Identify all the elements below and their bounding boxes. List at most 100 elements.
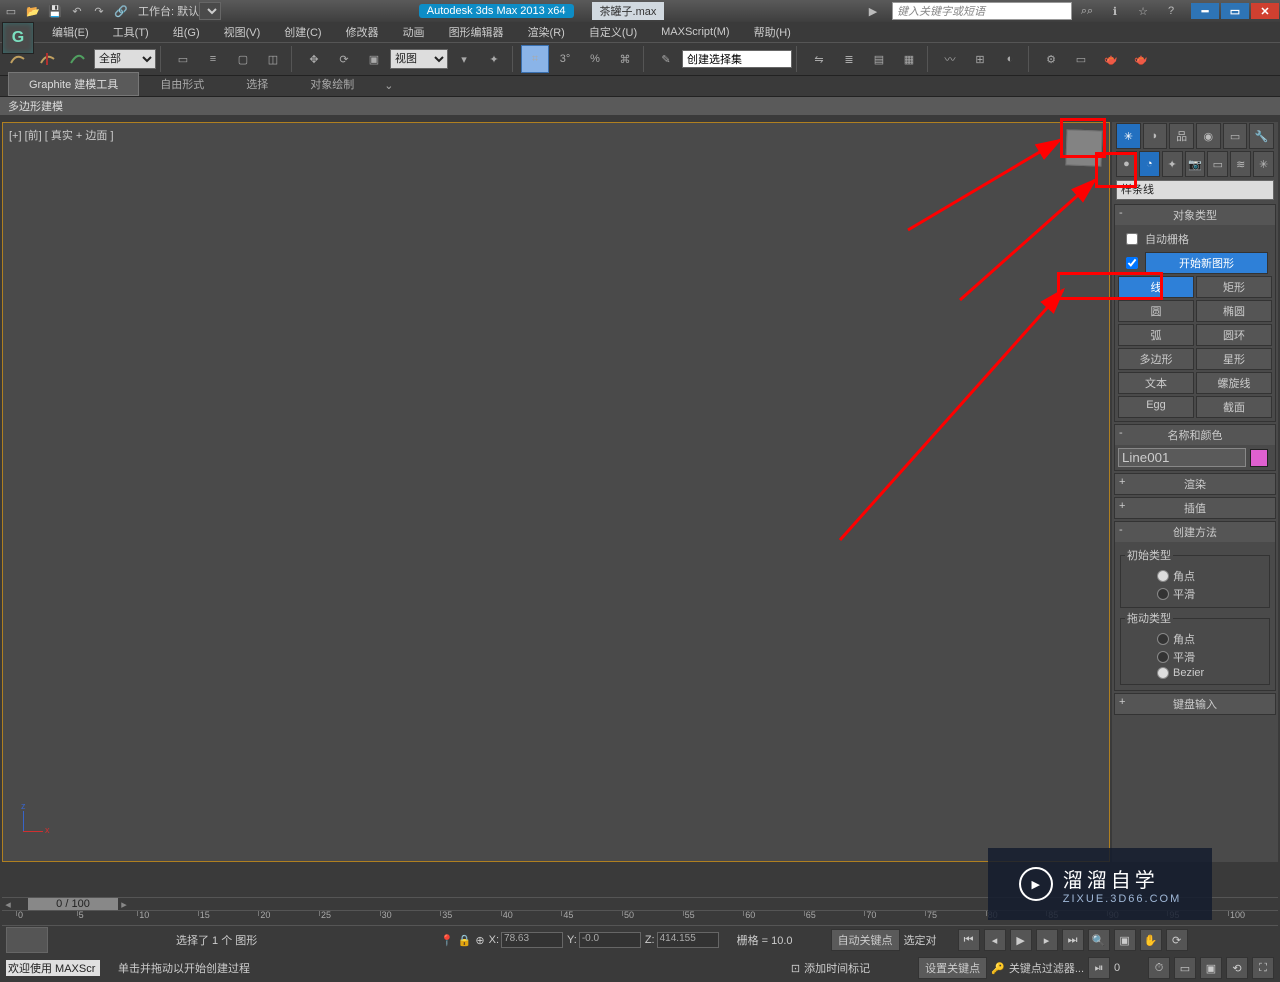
redo-icon[interactable]: ↷: [90, 2, 108, 20]
coordinate-system-select[interactable]: 视图: [390, 49, 448, 69]
named-sel-edit-icon[interactable]: ✎: [652, 45, 680, 73]
lock-icon[interactable]: 📍: [440, 934, 454, 947]
undo-icon[interactable]: ↶: [68, 2, 86, 20]
window-maximize[interactable]: ▭: [1221, 3, 1249, 19]
select-tool-icon[interactable]: ▭: [169, 45, 197, 73]
btn-egg[interactable]: Egg: [1118, 396, 1194, 418]
radio-init-corner[interactable]: [1157, 570, 1169, 582]
radio-drag-corner[interactable]: [1157, 633, 1169, 645]
key-mode-icon[interactable]: ⏯: [1088, 957, 1110, 979]
btn-circle[interactable]: 圆: [1118, 300, 1194, 322]
motion-tab-icon[interactable]: ◉: [1196, 123, 1221, 149]
radio-drag-bezier[interactable]: [1157, 667, 1169, 679]
ribbon-tab-paint[interactable]: 对象绘制: [289, 72, 375, 96]
quick-render-icon[interactable]: 🫖: [1127, 45, 1155, 73]
y-field[interactable]: -0.0: [579, 932, 641, 948]
move-tool-icon[interactable]: ✥: [300, 45, 328, 73]
menu-modifier[interactable]: 修改器: [334, 22, 391, 42]
create-tab-icon[interactable]: ✳: [1116, 123, 1141, 149]
rotate-tool-icon[interactable]: ⟳: [330, 45, 358, 73]
pivot-icon[interactable]: ▾: [450, 45, 478, 73]
display-tab-icon[interactable]: ▭: [1223, 123, 1248, 149]
goto-end-icon[interactable]: ⏭: [1062, 929, 1084, 951]
info-icon[interactable]: ℹ: [1106, 2, 1124, 20]
menu-edit[interactable]: 编辑(E): [40, 22, 101, 42]
listener-welcome[interactable]: 欢迎使用 MAXScr: [6, 960, 100, 976]
align-icon[interactable]: ≣: [835, 45, 863, 73]
utilities-tab-icon[interactable]: 🔧: [1249, 123, 1274, 149]
window-close[interactable]: ✕: [1251, 3, 1279, 19]
menu-tools[interactable]: 工具(T): [101, 22, 161, 42]
nav-zoom2-icon[interactable]: ▭: [1174, 957, 1196, 979]
spinner-snap-icon[interactable]: ⌘: [611, 45, 639, 73]
selected-label[interactable]: 选定对: [904, 932, 954, 948]
key-filter[interactable]: 关键点过滤器...: [1009, 960, 1084, 976]
menu-view[interactable]: 视图(V): [212, 22, 273, 42]
slider-right-arrow[interactable]: ▸: [118, 898, 130, 911]
nav-pan-icon[interactable]: ✋: [1140, 929, 1162, 951]
add-time-tag[interactable]: 添加时间标记: [804, 960, 870, 976]
menu-maxscript[interactable]: MAXScript(M): [649, 24, 741, 40]
manipulate-icon[interactable]: ✦: [480, 45, 508, 73]
radio-init-smooth[interactable]: [1157, 588, 1169, 600]
help-icon[interactable]: ?: [1162, 2, 1180, 20]
cameras-category-icon[interactable]: 📷: [1185, 151, 1206, 177]
next-frame-icon[interactable]: ▸: [1036, 929, 1058, 951]
start-new-shape-button[interactable]: 开始新图形: [1145, 252, 1268, 274]
render-icon[interactable]: 🫖: [1097, 45, 1125, 73]
material-editor-icon[interactable]: ◐: [996, 45, 1024, 73]
nav-zoom-icon[interactable]: 🔍: [1088, 929, 1110, 951]
ribbon-tab-graphite[interactable]: Graphite 建模工具: [8, 72, 139, 96]
binoculars-icon[interactable]: ⌕⌕: [1078, 2, 1096, 20]
workspace-select[interactable]: [199, 2, 221, 20]
time-tag-icon[interactable]: ⊡: [791, 962, 800, 975]
goto-start-icon[interactable]: ⏮: [958, 929, 980, 951]
play-icon[interactable]: ▶: [1010, 929, 1032, 951]
btn-ellipse[interactable]: 椭圆: [1196, 300, 1272, 322]
time-slider-handle[interactable]: 0 / 100: [28, 898, 118, 910]
auto-grid-checkbox[interactable]: [1126, 233, 1138, 245]
geometry-category-icon[interactable]: ●: [1116, 151, 1137, 177]
nav-rotate-icon[interactable]: ⟲: [1226, 957, 1248, 979]
nav-field-icon[interactable]: ▣: [1114, 929, 1136, 951]
viewport-front[interactable]: [+] [前] [ 真实 + 边面 ] z x: [2, 122, 1110, 862]
abs-rel-icon[interactable]: ⊕: [475, 934, 484, 947]
view-cube[interactable]: [1065, 129, 1102, 166]
modify-tab-icon[interactable]: ◗: [1143, 123, 1168, 149]
object-color-swatch[interactable]: [1250, 449, 1268, 467]
window-minimize[interactable]: ━: [1191, 3, 1219, 19]
nav-max-icon[interactable]: ⛶: [1252, 957, 1274, 979]
nav-orbit-icon[interactable]: ⟳: [1166, 929, 1188, 951]
btn-line[interactable]: 线: [1118, 276, 1194, 298]
radio-drag-smooth[interactable]: [1157, 651, 1169, 663]
mirror-icon[interactable]: ⇋: [805, 45, 833, 73]
search-field[interactable]: 键入关键字或短语: [892, 2, 1072, 20]
curve-editor-icon[interactable]: 〰: [936, 45, 964, 73]
current-frame[interactable]: 0: [1114, 962, 1144, 974]
menu-help[interactable]: 帮助(H): [742, 22, 803, 42]
menu-create[interactable]: 创建(C): [272, 22, 333, 42]
snap-toggle-icon[interactable]: ⌗: [521, 45, 549, 73]
menu-render[interactable]: 渲染(R): [516, 22, 577, 42]
percent-snap-icon[interactable]: %: [581, 45, 609, 73]
ribbon-tab-freeform[interactable]: 自由形式: [139, 72, 225, 96]
select-region-icon[interactable]: ▢: [229, 45, 257, 73]
x-field[interactable]: 78.63: [501, 932, 563, 948]
set-key-button[interactable]: 设置关键点: [918, 957, 987, 979]
ribbon-tab-select[interactable]: 选择: [225, 72, 289, 96]
mini-listener-toggle[interactable]: [6, 927, 48, 953]
star-icon[interactable]: ☆: [1134, 2, 1152, 20]
systems-icon[interactable]: ✳: [1253, 151, 1274, 177]
select-name-icon[interactable]: ≡: [199, 45, 227, 73]
menu-group[interactable]: 组(G): [161, 22, 212, 42]
layers-manager-icon[interactable]: ▦: [895, 45, 923, 73]
btn-helix[interactable]: 螺旋线: [1196, 372, 1272, 394]
bind-tool-icon[interactable]: [64, 45, 92, 73]
shape-category-select[interactable]: 样条线: [1116, 180, 1274, 200]
btn-arc[interactable]: 弧: [1118, 324, 1194, 346]
lock2-icon[interactable]: 🔒: [458, 934, 472, 947]
start-new-shape-checkbox[interactable]: [1126, 257, 1138, 269]
app-menu-icon[interactable]: G: [2, 22, 34, 54]
render-frame-icon[interactable]: ▭: [1067, 45, 1095, 73]
new-icon[interactable]: ▭: [2, 2, 20, 20]
